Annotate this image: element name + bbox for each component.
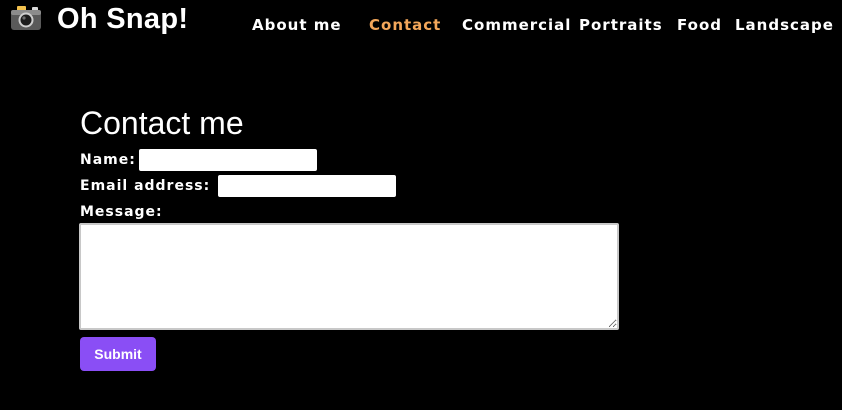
message-textarea[interactable]	[79, 223, 619, 330]
nav-landscape[interactable]: Landscape	[735, 15, 834, 35]
message-label: Message:	[80, 204, 163, 220]
camera-icon	[11, 6, 41, 30]
nav-portraits[interactable]: Portraits	[579, 15, 663, 35]
name-label: Name:	[80, 152, 136, 168]
name-input[interactable]	[139, 149, 317, 171]
page-title: Contact me	[80, 105, 244, 141]
nav-food[interactable]: Food	[677, 15, 722, 35]
submit-button[interactable]: Submit	[80, 337, 156, 371]
nav-commercial[interactable]: Commercial	[462, 15, 571, 35]
site-title[interactable]: Oh Snap!	[57, 1, 188, 37]
email-label: Email address:	[80, 178, 211, 194]
nav-about-me[interactable]: About me	[252, 15, 342, 35]
email-input[interactable]	[218, 175, 396, 197]
site-header: Oh Snap! About me Contact Commercial Por…	[0, 0, 842, 48]
nav-contact[interactable]: Contact	[369, 15, 441, 35]
